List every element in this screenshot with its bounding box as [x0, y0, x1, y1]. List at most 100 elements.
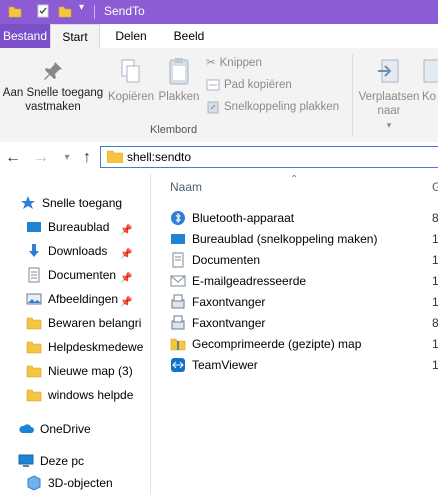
copy-path-label: Pad kopiëren — [224, 79, 292, 91]
move-to-label: Verplaatsen naar — [358, 91, 420, 117]
nav-item-label: OneDrive — [40, 422, 91, 436]
folder-icon — [107, 150, 123, 163]
star-icon — [21, 196, 35, 209]
back-arrow-icon[interactable]: ← — [4, 148, 22, 168]
copy-icon — [121, 59, 140, 83]
zip-folder-icon — [170, 338, 186, 351]
pictures-icon — [26, 293, 42, 305]
mail-icon — [170, 275, 186, 287]
tab-bestand[interactable]: Bestand — [0, 24, 50, 48]
pin-quick-access-label: Aan Snelle toegang vastmaken — [2, 87, 104, 113]
tab-delen[interactable]: Delen — [108, 24, 154, 48]
teamviewer-icon — [171, 358, 185, 372]
ribbon: Aan Snelle toegang vastmaken Kopiëren Pl… — [0, 48, 438, 143]
folder-icon — [8, 6, 22, 18]
nav-item-label: Helpdeskmedewe — [48, 340, 144, 354]
move-to-button[interactable]: Verplaatsen naar ▾ — [356, 56, 422, 132]
fax-icon — [171, 315, 185, 330]
file-date: 1 — [432, 358, 438, 372]
tab-beeld[interactable]: Beeld — [166, 24, 212, 48]
folder-icon — [26, 317, 42, 330]
up-arrow-icon[interactable]: ↑ — [78, 148, 96, 168]
scissors-icon: ✂ — [206, 57, 216, 69]
navigation-bar: ← → ▾ ↑ shell:sendto — [0, 142, 438, 174]
nav-item-label: Bewaren belangri — [48, 316, 142, 330]
forward-arrow-icon[interactable]: → — [32, 148, 50, 168]
file-name: Bluetooth-apparaat — [192, 211, 295, 225]
computer-icon — [18, 454, 34, 467]
copy-to-label: Ko — [422, 91, 437, 103]
pin-icon: 📌 — [120, 225, 133, 236]
file-name: Bureaublad (snelkoppeling maken) — [192, 232, 378, 246]
copy-path-icon — [206, 79, 220, 91]
document-icon — [28, 267, 40, 283]
cut-label: Knippen — [219, 57, 262, 70]
file-name: Documenten — [192, 253, 261, 267]
file-date: 8 — [432, 211, 438, 225]
download-icon — [29, 244, 39, 257]
file-name: Gecomprimeerde (gezipte) map — [192, 337, 362, 351]
desktop-icon — [171, 234, 185, 244]
clipboard-icon — [169, 58, 189, 85]
paste-shortcut-label: Snelkoppeling plakken — [224, 101, 340, 113]
nav-item-label: 3D-objecten — [48, 476, 113, 490]
column-header-name[interactable]: Naam — [170, 180, 202, 194]
folder-icon — [26, 389, 42, 402]
properties-icon[interactable] — [36, 4, 50, 18]
move-to-dropdown-icon: ▾ — [386, 120, 392, 130]
cube-icon — [27, 475, 41, 491]
bluetooth-icon — [171, 211, 185, 225]
column-header-date[interactable]: G — [432, 180, 438, 194]
nav-item-label: windows helpde — [48, 388, 134, 402]
copy-button[interactable]: Kopiëren — [106, 58, 156, 104]
pin-quick-access-button[interactable]: Aan Snelle toegang vastmaken — [0, 60, 106, 114]
ribbon-divider — [352, 54, 353, 136]
folder-icon — [26, 341, 42, 354]
title-bar: ▾ SendTo — [0, 0, 438, 24]
nav-item-label: Downloads — [48, 244, 108, 258]
paste-label: Plakken — [158, 91, 200, 103]
file-date: 1 — [432, 337, 438, 351]
sort-ascending-icon: ⌃ — [290, 174, 299, 185]
pin-icon: 📌 — [120, 297, 133, 308]
desktop-icon — [27, 222, 41, 232]
copy-to-button[interactable]: Ko — [422, 56, 438, 104]
file-date: 1 — [432, 295, 438, 309]
paste-shortcut-icon — [207, 101, 219, 114]
pin-icon: 📌 — [120, 249, 133, 260]
paste-button[interactable]: Plakken — [156, 56, 202, 104]
address-bar[interactable]: shell:sendto — [100, 146, 438, 168]
nav-item-label: Afbeeldingen — [48, 292, 119, 306]
title-separator — [94, 5, 95, 19]
file-date: 1 — [432, 253, 438, 267]
new-folder-icon[interactable] — [58, 4, 72, 18]
nav-item-label: Deze pc — [40, 454, 85, 468]
file-date: 1 — [432, 232, 438, 246]
file-name: Faxontvanger — [192, 316, 266, 330]
file-date: 1 — [432, 274, 438, 288]
file-date: 8 — [432, 316, 438, 330]
tab-start[interactable]: Start — [50, 24, 100, 48]
file-name: Faxontvanger — [192, 295, 266, 309]
fax-icon — [171, 294, 185, 309]
ribbon-tabs: Bestand Start Delen Beeld — [0, 24, 438, 48]
document-icon — [172, 252, 184, 268]
clipboard-group-label: Klembord — [150, 124, 198, 136]
nav-item-label: Bureaublad — [48, 220, 110, 234]
customize-toolbar-icon[interactable]: ▾ — [79, 2, 93, 16]
nav-item-label: Documenten — [48, 268, 117, 282]
pin-icon — [44, 62, 62, 80]
nav-item-label: Nieuwe map (3) — [48, 364, 133, 378]
cloud-icon — [19, 424, 34, 433]
navigation-pane: Snelle toegang Bureaublad 📌 Downloads 📌 … — [0, 174, 151, 494]
recent-locations-chevron-icon[interactable]: ▾ — [58, 148, 76, 168]
pin-icon: 📌 — [120, 273, 133, 284]
move-to-icon — [378, 59, 399, 83]
file-name: TeamViewer — [192, 358, 258, 372]
cut-button[interactable]: ✂ Knippen — [206, 54, 262, 72]
paste-shortcut-button[interactable]: Snelkoppeling plakken — [206, 98, 339, 116]
folder-icon — [26, 365, 42, 378]
copy-path-button[interactable]: Pad kopiëren — [206, 76, 292, 94]
nav-item-label: Snelle toegang — [42, 196, 123, 210]
address-input[interactable]: shell:sendto — [127, 150, 191, 164]
